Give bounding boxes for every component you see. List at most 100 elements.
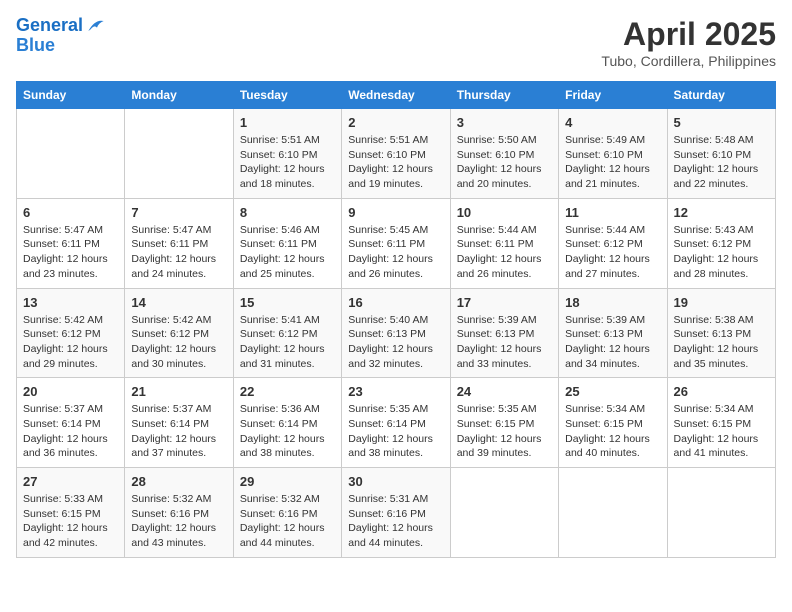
day-number: 13 xyxy=(23,295,118,310)
calendar-cell: 25 Sunrise: 5:34 AM Sunset: 6:15 PM Dayli… xyxy=(559,378,667,468)
day-number: 29 xyxy=(240,474,335,489)
day-number: 14 xyxy=(131,295,226,310)
calendar-cell: 1 Sunrise: 5:51 AM Sunset: 6:10 PM Daylig… xyxy=(233,109,341,199)
day-info: Sunrise: 5:39 AM Sunset: 6:13 PM Dayligh… xyxy=(565,313,660,372)
calendar-cell: 27Sunrise: 5:33 AM Sunset: 6:15 PM Dayli… xyxy=(17,468,125,558)
day-info: Sunrise: 5:38 AM Sunset: 6:13 PM Dayligh… xyxy=(674,313,769,372)
logo-general: General xyxy=(16,15,83,35)
day-number: 16 xyxy=(348,295,443,310)
day-info: Sunrise: 5:40 AM Sunset: 6:13 PM Dayligh… xyxy=(348,313,443,372)
day-number: 3 xyxy=(457,115,552,130)
calendar-cell xyxy=(450,468,558,558)
calendar-subtitle: Tubo, Cordillera, Philippines xyxy=(601,53,776,69)
day-number: 19 xyxy=(674,295,769,310)
day-info: Sunrise: 5:35 AM Sunset: 6:14 PM Dayligh… xyxy=(348,402,443,461)
day-info: Sunrise: 5:37 AM Sunset: 6:14 PM Dayligh… xyxy=(131,402,226,461)
day-number: 11 xyxy=(565,205,660,220)
day-number: 4 xyxy=(565,115,660,130)
day-info: Sunrise: 5:49 AM Sunset: 6:10 PM Dayligh… xyxy=(565,133,660,192)
calendar-cell: 16 Sunrise: 5:40 AM Sunset: 6:13 PM Dayli… xyxy=(342,288,450,378)
page-header: General Blue April 2025 Tubo, Cordillera… xyxy=(16,16,776,69)
day-info: Sunrise: 5:34 AM Sunset: 6:15 PM Dayligh… xyxy=(674,402,769,461)
day-info: Sunrise: 5:50 AM Sunset: 6:10 PM Dayligh… xyxy=(457,133,552,192)
calendar-header-row: SundayMondayTuesdayWednesdayThursdayFrid… xyxy=(17,82,776,109)
day-number: 22 xyxy=(240,384,335,399)
day-of-week-header: Friday xyxy=(559,82,667,109)
day-info: Sunrise: 5:32 AM Sunset: 6:16 PM Dayligh… xyxy=(131,492,226,551)
day-info: Sunrise: 5:31 AM Sunset: 6:16 PM Dayligh… xyxy=(348,492,443,551)
day-of-week-header: Monday xyxy=(125,82,233,109)
calendar-cell: 5 Sunrise: 5:48 AM Sunset: 6:10 PM Daylig… xyxy=(667,109,775,199)
day-info: Sunrise: 5:44 AM Sunset: 6:12 PM Dayligh… xyxy=(565,223,660,282)
calendar-cell xyxy=(667,468,775,558)
day-info: Sunrise: 5:42 AM Sunset: 6:12 PM Dayligh… xyxy=(23,313,118,372)
calendar-cell: 30 Sunrise: 5:31 AM Sunset: 6:16 PM Dayli… xyxy=(342,468,450,558)
day-info: Sunrise: 5:37 AM Sunset: 6:14 PM Dayligh… xyxy=(23,402,118,461)
calendar-cell: 23 Sunrise: 5:35 AM Sunset: 6:14 PM Dayli… xyxy=(342,378,450,468)
calendar-table: SundayMondayTuesdayWednesdayThursdayFrid… xyxy=(16,81,776,558)
calendar-cell: 13 Sunrise: 5:42 AM Sunset: 6:12 PM Dayli… xyxy=(17,288,125,378)
day-number: 30 xyxy=(348,474,443,489)
day-info: Sunrise: 5:32 AM Sunset: 6:16 PM Dayligh… xyxy=(240,492,335,551)
calendar-cell: 18Sunrise: 5:39 AM Sunset: 6:13 PM Dayli… xyxy=(559,288,667,378)
day-number: 10 xyxy=(457,205,552,220)
day-info: Sunrise: 5:48 AM Sunset: 6:10 PM Dayligh… xyxy=(674,133,769,192)
day-info: Sunrise: 5:51 AM Sunset: 6:10 PM Dayligh… xyxy=(348,133,443,192)
calendar-cell xyxy=(125,109,233,199)
calendar-cell: 10Sunrise: 5:44 AM Sunset: 6:11 PM Dayli… xyxy=(450,198,558,288)
calendar-cell: 21 Sunrise: 5:37 AM Sunset: 6:14 PM Dayli… xyxy=(125,378,233,468)
day-number: 25 xyxy=(565,384,660,399)
day-number: 28 xyxy=(131,474,226,489)
day-info: Sunrise: 5:35 AM Sunset: 6:15 PM Dayligh… xyxy=(457,402,552,461)
logo-bird-icon xyxy=(85,16,105,36)
calendar-week-row: 27Sunrise: 5:33 AM Sunset: 6:15 PM Dayli… xyxy=(17,468,776,558)
day-number: 21 xyxy=(131,384,226,399)
calendar-cell xyxy=(559,468,667,558)
calendar-cell: 26Sunrise: 5:34 AM Sunset: 6:15 PM Dayli… xyxy=(667,378,775,468)
day-info: Sunrise: 5:36 AM Sunset: 6:14 PM Dayligh… xyxy=(240,402,335,461)
day-number: 5 xyxy=(674,115,769,130)
calendar-cell xyxy=(17,109,125,199)
day-of-week-header: Saturday xyxy=(667,82,775,109)
day-number: 17 xyxy=(457,295,552,310)
logo-blue: Blue xyxy=(16,35,55,55)
calendar-cell: 4 Sunrise: 5:49 AM Sunset: 6:10 PM Daylig… xyxy=(559,109,667,199)
calendar-cell: 8 Sunrise: 5:46 AM Sunset: 6:11 PM Daylig… xyxy=(233,198,341,288)
logo: General Blue xyxy=(16,16,105,56)
calendar-cell: 20 Sunrise: 5:37 AM Sunset: 6:14 PM Dayli… xyxy=(17,378,125,468)
calendar-cell: 7Sunrise: 5:47 AM Sunset: 6:11 PM Daylig… xyxy=(125,198,233,288)
day-number: 8 xyxy=(240,205,335,220)
day-info: Sunrise: 5:34 AM Sunset: 6:15 PM Dayligh… xyxy=(565,402,660,461)
logo-text: General xyxy=(16,16,83,36)
calendar-cell: 22 Sunrise: 5:36 AM Sunset: 6:14 PM Dayli… xyxy=(233,378,341,468)
calendar-week-row: 6Sunrise: 5:47 AM Sunset: 6:11 PM Daylig… xyxy=(17,198,776,288)
day-number: 2 xyxy=(348,115,443,130)
day-info: Sunrise: 5:42 AM Sunset: 6:12 PM Dayligh… xyxy=(131,313,226,372)
day-info: Sunrise: 5:51 AM Sunset: 6:10 PM Dayligh… xyxy=(240,133,335,192)
day-info: Sunrise: 5:46 AM Sunset: 6:11 PM Dayligh… xyxy=(240,223,335,282)
calendar-cell: 28 Sunrise: 5:32 AM Sunset: 6:16 PM Dayli… xyxy=(125,468,233,558)
calendar-cell: 11 Sunrise: 5:44 AM Sunset: 6:12 PM Dayli… xyxy=(559,198,667,288)
title-block: April 2025 Tubo, Cordillera, Philippines xyxy=(601,16,776,69)
calendar-cell: 15Sunrise: 5:41 AM Sunset: 6:12 PM Dayli… xyxy=(233,288,341,378)
calendar-cell: 2 Sunrise: 5:51 AM Sunset: 6:10 PM Daylig… xyxy=(342,109,450,199)
day-of-week-header: Thursday xyxy=(450,82,558,109)
day-number: 15 xyxy=(240,295,335,310)
calendar-cell: 3 Sunrise: 5:50 AM Sunset: 6:10 PM Daylig… xyxy=(450,109,558,199)
calendar-cell: 6Sunrise: 5:47 AM Sunset: 6:11 PM Daylig… xyxy=(17,198,125,288)
day-number: 27 xyxy=(23,474,118,489)
calendar-week-row: 13 Sunrise: 5:42 AM Sunset: 6:12 PM Dayli… xyxy=(17,288,776,378)
day-number: 6 xyxy=(23,205,118,220)
calendar-cell: 24Sunrise: 5:35 AM Sunset: 6:15 PM Dayli… xyxy=(450,378,558,468)
day-number: 23 xyxy=(348,384,443,399)
calendar-cell: 9Sunrise: 5:45 AM Sunset: 6:11 PM Daylig… xyxy=(342,198,450,288)
day-info: Sunrise: 5:39 AM Sunset: 6:13 PM Dayligh… xyxy=(457,313,552,372)
calendar-cell: 17 Sunrise: 5:39 AM Sunset: 6:13 PM Dayli… xyxy=(450,288,558,378)
day-info: Sunrise: 5:43 AM Sunset: 6:12 PM Dayligh… xyxy=(674,223,769,282)
day-number: 20 xyxy=(23,384,118,399)
day-of-week-header: Wednesday xyxy=(342,82,450,109)
calendar-cell: 12 Sunrise: 5:43 AM Sunset: 6:12 PM Dayli… xyxy=(667,198,775,288)
day-number: 12 xyxy=(674,205,769,220)
day-number: 1 xyxy=(240,115,335,130)
day-number: 7 xyxy=(131,205,226,220)
